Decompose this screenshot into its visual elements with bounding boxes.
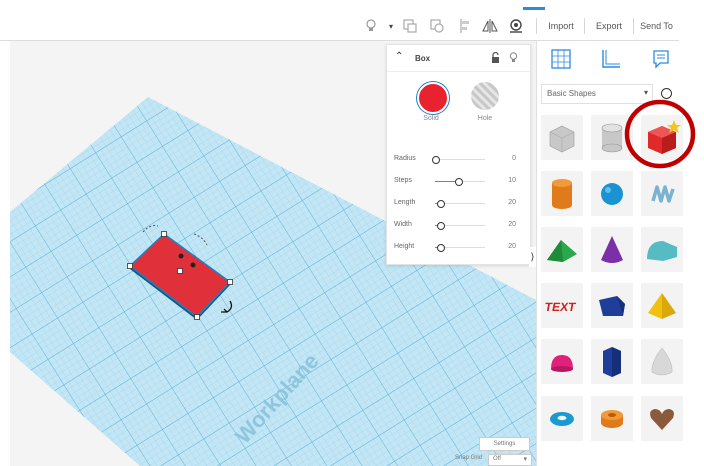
highlight-circle: [624, 99, 696, 169]
cylinder-shape-icon: [548, 177, 576, 211]
lock-icon[interactable]: [491, 50, 500, 68]
text-shape-tile[interactable]: TEXT: [541, 283, 583, 328]
tube-shape-tile[interactable]: [591, 396, 633, 441]
param-label: Radius: [394, 155, 416, 162]
box-gray-shape-tile[interactable]: [541, 115, 583, 160]
active-tab-indicator: [523, 7, 545, 10]
half-sphere-shape-tile[interactable]: [541, 339, 583, 384]
import-button[interactable]: Import: [538, 12, 584, 40]
sphere-shape-tile[interactable]: [591, 171, 633, 216]
hole-swatch[interactable]: [471, 82, 499, 110]
collapse-chevron-icon[interactable]: ⌃: [395, 51, 403, 62]
heart-shape-icon: [647, 406, 677, 432]
send-to-button[interactable]: Send To: [634, 12, 679, 40]
snap-grid-value: Off: [493, 456, 501, 462]
notes-tab-icon[interactable]: [648, 46, 674, 72]
chevron-down-icon: ▾: [523, 456, 527, 463]
polygon-shape-icon: [595, 292, 629, 320]
tube-shape-icon: [598, 407, 626, 431]
param-value[interactable]: 20: [508, 221, 516, 228]
param-slider-track[interactable]: [435, 159, 485, 160]
param-row-radius: Radius 0: [387, 153, 530, 167]
param-value[interactable]: 20: [508, 243, 516, 250]
grid-tab-icon[interactable]: [548, 46, 574, 72]
round-roof-shape-tile[interactable]: [641, 227, 683, 272]
torus-shape-icon: [547, 408, 577, 430]
snap-grid-select[interactable]: Off ▾: [488, 454, 532, 466]
param-label: Height: [394, 243, 415, 250]
torus-shape-tile[interactable]: [541, 396, 583, 441]
snap-grid-label: Snap Grid: [455, 455, 483, 461]
paraboloid-shape-icon: [649, 346, 675, 378]
shape-inspector: ⌃ Box Solid Hole Radius 0 Steps 10 Length 20 W…: [386, 44, 531, 265]
round-roof-shape-icon: [645, 237, 679, 263]
panel-collapse-chevron-icon[interactable]: ⟩: [529, 247, 536, 267]
cone-shape-tile[interactable]: [591, 227, 633, 272]
cruise-icon[interactable]: [507, 17, 525, 35]
inspector-title: Box: [415, 54, 431, 63]
lightbulb-icon[interactable]: [362, 17, 380, 35]
height-handle[interactable]: [178, 253, 184, 259]
pyramid-shape-tile[interactable]: [641, 283, 683, 328]
svg-text:TEXT: TEXT: [545, 300, 577, 314]
mirror-icon[interactable]: [481, 17, 499, 35]
polygon-shape-tile[interactable]: [591, 283, 633, 328]
inspector-header: ⌃ Box: [387, 45, 530, 72]
param-label: Length: [394, 199, 416, 206]
param-label: Width: [394, 221, 412, 228]
hexagonal-prism-shape-tile[interactable]: [591, 339, 633, 384]
scribble-shape-icon: [647, 179, 677, 209]
ungroup-icon[interactable]: [428, 17, 446, 35]
solid-swatch[interactable]: [417, 82, 449, 114]
param-label: Steps: [394, 177, 412, 184]
param-value[interactable]: 0: [512, 155, 516, 162]
ruler-tab-icon[interactable]: [598, 46, 624, 72]
cone-shape-icon: [598, 234, 626, 266]
hexagonal-prism-shape-icon: [599, 345, 625, 379]
align-icon[interactable]: [456, 17, 474, 35]
group-icon[interactable]: [401, 17, 419, 35]
box-gray-shape-icon: [546, 122, 578, 154]
paraboloid-shape-tile[interactable]: [641, 339, 683, 384]
scribble-shape-tile[interactable]: [641, 171, 683, 216]
roof-shape-tile[interactable]: [541, 227, 583, 272]
sphere-shape-icon: [598, 180, 626, 208]
roof-shape-icon: [545, 236, 579, 264]
cylinder-shape-tile[interactable]: [541, 171, 583, 216]
param-row-length: Length 20: [387, 197, 530, 211]
lightbulb-icon[interactable]: [509, 50, 518, 68]
action-bar: Import Export Send To: [536, 12, 679, 41]
param-value[interactable]: 20: [508, 199, 516, 206]
param-row-width: Width 20: [387, 219, 530, 233]
heart-shape-tile[interactable]: [641, 396, 683, 441]
settings-button[interactable]: Settings: [479, 437, 530, 451]
solid-label: Solid: [423, 115, 439, 122]
param-row-steps: Steps 10: [387, 175, 530, 189]
category-label: Basic Shapes: [547, 89, 596, 98]
param-slider-knob[interactable]: [432, 156, 440, 164]
export-button[interactable]: Export: [585, 12, 633, 40]
param-slider-knob[interactable]: [455, 178, 463, 186]
text-shape-icon: TEXT: [545, 295, 579, 317]
param-value[interactable]: 10: [508, 177, 516, 184]
param-slider-knob[interactable]: [437, 244, 445, 252]
param-row-height: Height 20: [387, 241, 530, 255]
param-slider-knob[interactable]: [437, 200, 445, 208]
dropdown-arrow-icon[interactable]: ▾: [382, 17, 400, 35]
edit-toolbar: ▾: [0, 12, 536, 41]
top-strip: [0, 0, 704, 12]
pyramid-shape-icon: [646, 291, 678, 321]
half-sphere-shape-icon: [548, 351, 576, 373]
separator: [536, 18, 537, 34]
hole-label: Hole: [477, 115, 493, 122]
lift-handle[interactable]: [190, 262, 196, 268]
param-slider-knob[interactable]: [437, 222, 445, 230]
